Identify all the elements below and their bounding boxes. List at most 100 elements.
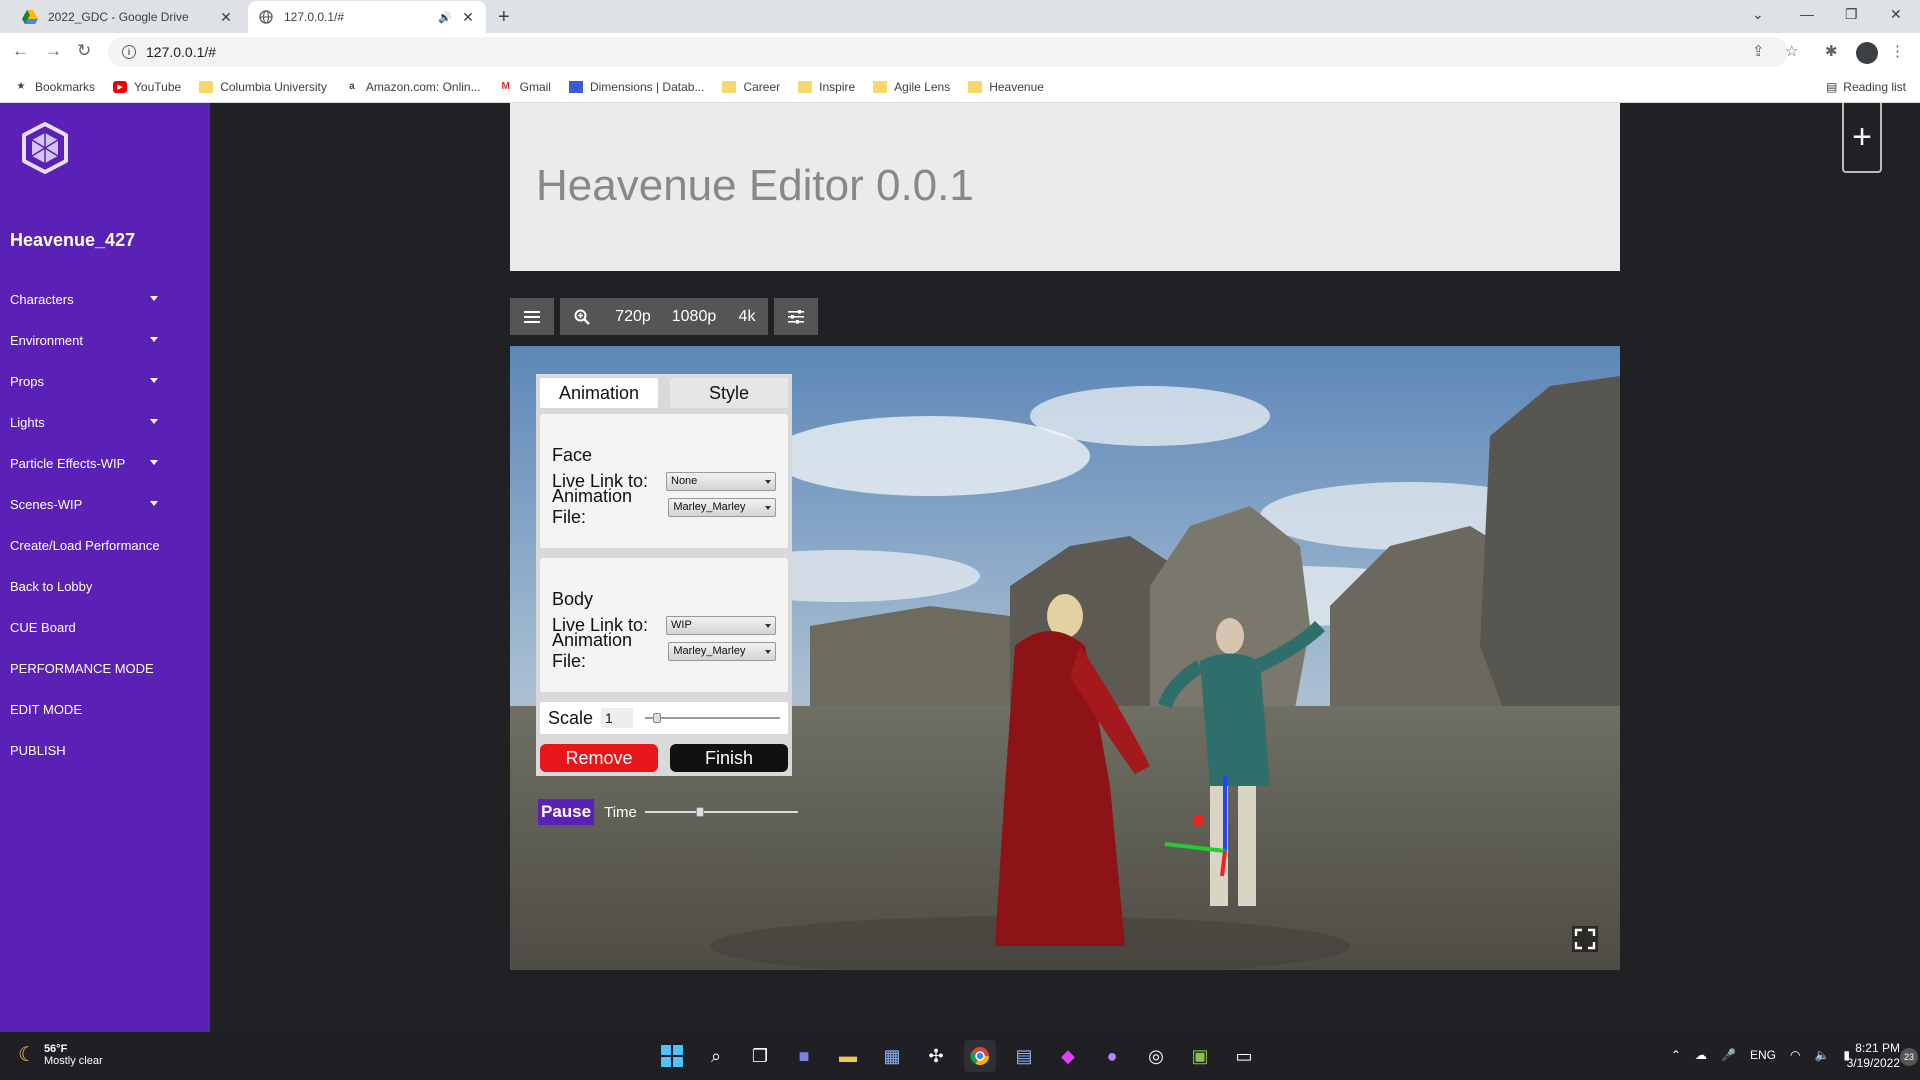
restore-button[interactable]: ❐ [1845,6,1858,23]
wifi-icon[interactable]: ◠ [1790,1048,1800,1062]
close-icon[interactable]: ✕ [218,9,234,26]
slider-track [644,811,798,813]
github-icon[interactable]: ● [1096,1040,1128,1072]
sidebar-item-characters[interactable]: Characters [0,279,210,320]
file-explorer-icon[interactable]: ▬ [832,1040,864,1072]
back-button[interactable]: ← [12,41,29,61]
zoom-button[interactable] [560,298,604,335]
time-slider[interactable] [644,802,798,822]
sidebar-item-environment[interactable]: Environment [0,320,210,361]
tab-style[interactable]: Style [670,378,788,408]
resolution-720p-button[interactable]: 720p [604,298,662,335]
face-animation-file-select[interactable]: Marley_Marley [668,497,776,517]
minimize-button[interactable]: — [1800,6,1814,22]
resolution-1080p-button[interactable]: 1080p [662,298,726,335]
bookmark-heavenue[interactable]: Heavenue [968,80,1044,94]
bookmark-amazon[interactable]: a Amazon.com: Onlin... [345,80,481,94]
reading-list-button[interactable]: ▤ Reading list [1826,80,1906,94]
weather-widget[interactable]: ☾ 56°F Mostly clear [18,1042,103,1067]
tab-google-drive[interactable]: 2022_GDC - Google Drive ✕ [12,1,244,33]
sidebar-item-label: EDIT MODE [10,702,82,717]
scale-slider[interactable] [645,708,780,728]
sidebar-item-scenes[interactable]: Scenes-WIP [0,484,210,525]
profile-avatar[interactable] [1856,42,1878,64]
reload-button[interactable]: ↻ [77,41,91,61]
add-button[interactable]: + [1842,103,1882,173]
bookmark-label: Gmail [519,79,551,94]
sidebar-item-back-to-lobby[interactable]: Back to Lobby [0,566,210,607]
chevron-up-icon[interactable]: ⌃ [1671,1048,1681,1062]
teams-chat-icon[interactable]: ■ [788,1040,820,1072]
sidebar-item-particle-effects[interactable]: Particle Effects-WIP [0,443,210,484]
app-icon[interactable]: ◆ [1052,1040,1084,1072]
gmail-icon: M [501,81,510,92]
sidebar-item-label: Lights [10,415,45,430]
bookmark-career[interactable]: Career [722,80,780,94]
weather-condition: Mostly clear [43,1054,103,1067]
notification-badge[interactable]: 23 [1900,1048,1918,1066]
tab-animation[interactable]: Animation [540,378,658,408]
clock[interactable]: 8:21 PM 3/19/2022 [1847,1041,1900,1071]
sidebar-item-edit-mode[interactable]: EDIT MODE [0,689,210,730]
speaker-icon[interactable]: 🔊 [438,11,452,24]
volume-icon[interactable]: 🔈 [1814,1048,1829,1062]
menu-button[interactable] [510,298,554,335]
sidebar-item-lights[interactable]: Lights [0,402,210,443]
3d-viewport[interactable]: Animation Style Face Live Link to: None … [510,346,1620,970]
fullscreen-icon[interactable] [1572,926,1598,952]
scale-row: Scale 1 [540,702,788,734]
slack-icon[interactable]: ✣ [920,1040,952,1072]
language-indicator[interactable]: ENG [1750,1048,1776,1062]
sidebar-item-cue-board[interactable]: CUE Board [0,607,210,648]
bookmark-gmail[interactable]: M Gmail [499,80,551,94]
bookmark-youtube[interactable]: ▶ YouTube [113,80,181,94]
tab-localhost[interactable]: 127.0.0.1/# 🔊 ✕ [248,1,486,33]
terminal-icon[interactable]: ▭ [1228,1040,1260,1072]
sidebar-item-performance-mode[interactable]: PERFORMANCE MODE [0,648,210,689]
select-value: Marley_Marley [673,645,746,657]
cloud-icon[interactable]: ☁ [1695,1048,1707,1062]
sidebar-item-label: Characters [10,292,74,307]
notepad-icon[interactable]: ▤ [1008,1040,1040,1072]
slider-thumb[interactable] [653,713,662,723]
star-icon[interactable]: ☆ [1785,42,1798,60]
microphone-icon[interactable]: 🎤 [1721,1048,1736,1062]
face-live-link-select[interactable]: None [666,471,776,491]
remove-button[interactable]: Remove [540,744,658,772]
bookmark-agile-lens[interactable]: Agile Lens [873,80,950,94]
more-icon[interactable]: ⋮ [1890,42,1905,60]
pause-button[interactable]: Pause [538,799,595,825]
windows-start-icon[interactable] [656,1040,688,1072]
settings-button[interactable] [774,298,818,335]
resolution-4k-button[interactable]: 4k [726,298,768,335]
sidebar-item-publish[interactable]: PUBLISH [0,730,210,771]
slider-thumb[interactable] [695,807,704,817]
info-icon[interactable]: i [122,45,136,59]
sidebar-item-props[interactable]: Props [0,361,210,402]
task-view-icon[interactable]: ❐ [744,1040,776,1072]
forward-button[interactable]: → [45,41,62,61]
bookmark-inspire[interactable]: Inspire [798,80,855,94]
photos-icon[interactable]: ▦ [876,1040,908,1072]
editor-icon[interactable]: ▣ [1184,1040,1216,1072]
scale-input[interactable]: 1 [601,708,634,728]
unity-icon[interactable]: ◎ [1140,1040,1172,1072]
sidebar-item-create-load-performance[interactable]: Create/Load Performance [0,525,210,566]
body-live-link-select[interactable]: WIP [666,615,776,635]
chrome-icon[interactable] [964,1040,996,1072]
new-tab-button[interactable]: + [498,6,510,29]
search-icon[interactable]: ⌕ [700,1040,732,1072]
close-icon[interactable]: ✕ [460,9,476,26]
slider-track [645,717,780,719]
finish-button[interactable]: Finish [670,744,788,772]
chevron-down-icon[interactable]: ⌄ [1752,6,1764,23]
extensions-icon[interactable]: ✱ [1825,42,1838,60]
close-window-button[interactable]: ✕ [1890,6,1902,23]
bookmark-bookmarks[interactable]: ★ Bookmarks [14,80,96,94]
body-animation-file-select[interactable]: Marley_Marley [668,641,776,661]
bookmark-columbia[interactable]: Columbia University [199,80,327,94]
browser-tabstrip: 2022_GDC - Google Drive ✕ 127.0.0.1/# 🔊 … [0,0,1920,33]
address-bar[interactable]: i 127.0.0.1/# [108,37,1788,67]
bookmark-dimensions[interactable]: Dimensions | Datab... [568,80,704,94]
share-icon[interactable]: ⇪ [1752,42,1765,60]
